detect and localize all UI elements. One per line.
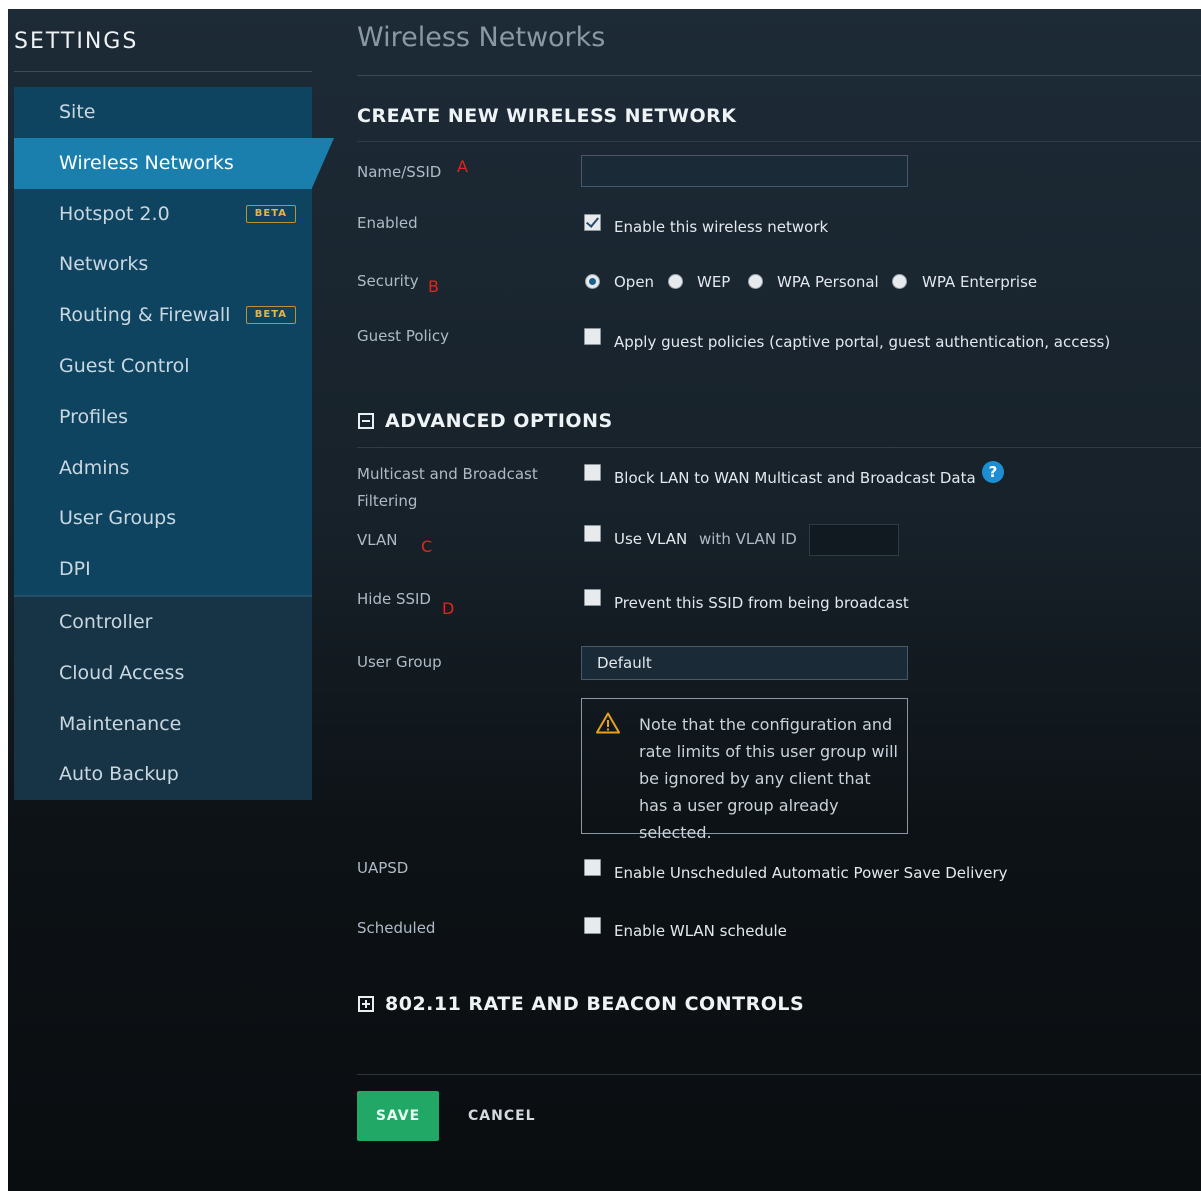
vlan-text: Use VLAN: [614, 530, 688, 548]
settings-title: SETTINGS: [14, 29, 139, 54]
uapsd-text: Enable Unscheduled Automatic Power Save …: [614, 864, 1008, 882]
sidebar-item-label: Admins: [59, 456, 130, 479]
sidebar-item-controller[interactable]: Controller: [14, 597, 312, 648]
settings-screen: SETTINGS Site Wireless Networks Hotspot …: [8, 9, 1201, 1191]
multicast-filter-text: Block LAN to WAN Multicast and Broadcast…: [614, 469, 976, 487]
user-group-note-text: Note that the configuration and rate lim…: [639, 715, 898, 842]
sidebar-item-label: Controller: [59, 610, 153, 633]
section-divider: [357, 447, 1201, 448]
name-ssid-label: Name/SSID: [357, 163, 442, 181]
sidebar-item-site[interactable]: Site: [14, 87, 312, 138]
help-icon[interactable]: ?: [982, 461, 1004, 483]
sidebar-item-label: Networks: [59, 253, 149, 276]
sidebar-item-admins[interactable]: Admins: [14, 443, 312, 494]
active-item-pointer: [312, 138, 334, 188]
annotation-marker-d: D: [442, 599, 455, 618]
enabled-text: Enable this wireless network: [614, 218, 829, 236]
sidebar-group-site: Site Wireless Networks Hotspot 2.0 BETA N…: [14, 87, 312, 595]
sidebar-item-label: Site: [59, 101, 96, 123]
security-radio-wep[interactable]: [668, 274, 683, 289]
sidebar-divider: [14, 71, 312, 72]
sidebar-item-hotspot[interactable]: Hotspot 2.0 BETA: [14, 189, 312, 240]
uapsd-checkbox[interactable]: [584, 859, 601, 876]
enabled-checkbox[interactable]: [584, 214, 601, 231]
user-group-select[interactable]: Default: [581, 646, 908, 680]
create-network-heading: CREATE NEW WIRELESS NETWORK: [357, 105, 737, 127]
name-ssid-input[interactable]: [581, 155, 908, 187]
vlan-checkbox[interactable]: [584, 525, 601, 542]
save-button[interactable]: SAVE: [357, 1091, 439, 1141]
security-option-open[interactable]: Open: [614, 272, 654, 292]
collapse-icon[interactable]: [358, 413, 374, 429]
security-radio-wpa-enterprise[interactable]: [892, 274, 907, 289]
sidebar-item-user-groups[interactable]: User Groups: [14, 493, 312, 544]
expand-icon[interactable]: [358, 996, 374, 1012]
guest-policy-label: Guest Policy: [357, 327, 449, 345]
multicast-label: Multicast and Broadcast: [357, 465, 538, 483]
sidebar-item-networks[interactable]: Networks: [14, 239, 312, 290]
guest-policy-text: Apply guest policies (captive portal, gu…: [614, 333, 1111, 351]
warning-icon: [596, 712, 620, 734]
cancel-button[interactable]: CANCEL: [468, 1091, 536, 1141]
user-group-note: Note that the configuration and rate lim…: [581, 698, 908, 842]
sidebar-item-maintenance[interactable]: Maintenance: [14, 699, 312, 750]
multicast-filter-checkbox[interactable]: [584, 464, 601, 481]
vlan-id-input[interactable]: [809, 524, 899, 556]
beta-badge: BETA: [245, 204, 296, 223]
multicast-label-line2: Filtering: [357, 492, 418, 510]
scheduled-label: Scheduled: [357, 919, 436, 937]
security-radio-open[interactable]: [585, 274, 600, 289]
footer-divider: [357, 1074, 1201, 1075]
sidebar-item-label: Auto Backup: [59, 763, 179, 786]
sidebar: Site Wireless Networks Hotspot 2.0 BETA N…: [14, 87, 312, 801]
sidebar-item-guest-control[interactable]: Guest Control: [14, 341, 312, 392]
advanced-options-heading[interactable]: ADVANCED OPTIONS: [385, 410, 613, 432]
sidebar-item-profiles[interactable]: Profiles: [14, 392, 312, 443]
title-divider: [357, 75, 1201, 76]
security-label: Security: [357, 272, 419, 290]
annotation-marker-a: A: [457, 157, 468, 176]
security-option-wpa-personal[interactable]: WPA Personal: [777, 272, 879, 292]
sidebar-item-label: Wireless Networks: [59, 151, 234, 174]
sidebar-item-routing-firewall[interactable]: Routing & Firewall BETA: [14, 290, 312, 341]
hide-ssid-text: Prevent this SSID from being broadcast: [614, 594, 909, 612]
sidebar-item-wireless-networks[interactable]: Wireless Networks: [14, 137, 312, 189]
vlan-label: VLAN: [357, 531, 398, 549]
sidebar-group-controller: Controller Cloud Access Maintenance Auto…: [14, 596, 312, 801]
guest-policy-checkbox[interactable]: [584, 328, 601, 345]
sidebar-item-label: Guest Control: [59, 354, 190, 377]
hide-ssid-checkbox[interactable]: [584, 589, 601, 606]
section-divider: [357, 141, 1201, 142]
annotation-marker-b: B: [428, 277, 439, 296]
sidebar-item-label: Hotspot 2.0: [59, 202, 170, 225]
security-radio-wpa-personal[interactable]: [748, 274, 763, 289]
enabled-label: Enabled: [357, 214, 418, 232]
sidebar-item-label: Profiles: [59, 405, 128, 428]
user-group-label: User Group: [357, 653, 442, 671]
sidebar-item-label: User Groups: [59, 507, 177, 530]
scheduled-checkbox[interactable]: [584, 917, 601, 934]
security-option-wpa-enterprise[interactable]: WPA Enterprise: [922, 272, 1037, 292]
beta-badge: BETA: [245, 306, 296, 325]
security-option-wep[interactable]: WEP: [697, 272, 730, 292]
sidebar-item-cloud-access[interactable]: Cloud Access: [14, 648, 312, 699]
hide-ssid-label: Hide SSID: [357, 590, 431, 608]
uapsd-label: UAPSD: [357, 859, 409, 877]
sidebar-item-dpi[interactable]: DPI: [14, 544, 312, 595]
sidebar-item-label: Maintenance: [59, 712, 182, 735]
page-title: Wireless Networks: [357, 22, 606, 53]
sidebar-item-auto-backup[interactable]: Auto Backup: [14, 749, 312, 800]
sidebar-item-label: Routing & Firewall: [59, 304, 231, 327]
sidebar-item-label: DPI: [59, 558, 91, 581]
rate-beacon-heading[interactable]: 802.11 RATE AND BEACON CONTROLS: [385, 993, 804, 1015]
scheduled-text: Enable WLAN schedule: [614, 922, 787, 940]
vlan-id-text: with VLAN ID: [699, 530, 797, 548]
sidebar-item-label: Cloud Access: [59, 661, 185, 684]
annotation-marker-c: C: [421, 537, 433, 556]
